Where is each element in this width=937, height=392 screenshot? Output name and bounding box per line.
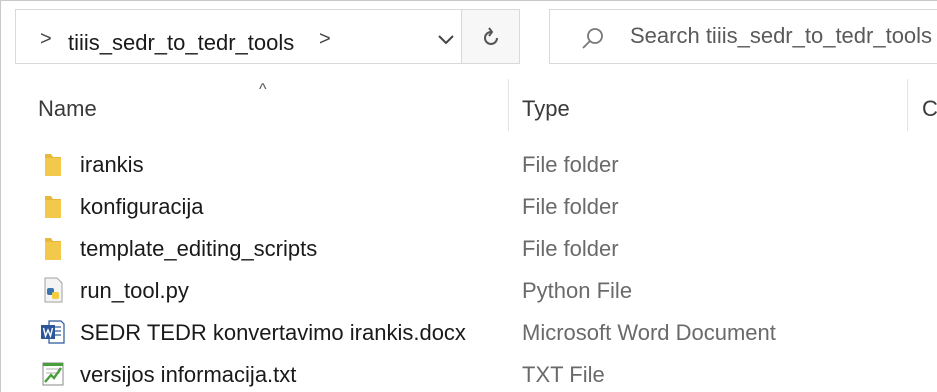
refresh-button[interactable] <box>462 9 520 64</box>
column-name[interactable]: Name <box>38 96 97 122</box>
sort-ascending-icon: ^ <box>259 81 267 98</box>
breadcrumb-separator-icon[interactable]: > <box>319 28 331 51</box>
refresh-icon <box>484 27 498 45</box>
address-bar[interactable]: > tiiis_sedr_to_tedr_tools > <box>15 9 462 64</box>
navigation-bar: > tiiis_sedr_to_tedr_tools > <box>1 1 937 72</box>
search-box[interactable] <box>549 9 937 64</box>
file-name: SEDR TEDR konvertavimo irankis.docx <box>80 320 466 345</box>
file-type: Python File <box>522 278 633 303</box>
file-type: Microsoft Word Document <box>522 320 776 345</box>
column-divider[interactable] <box>508 79 509 131</box>
file-name: konfiguracija <box>80 194 204 219</box>
column-next[interactable]: C <box>922 96 937 122</box>
list-item[interactable]: konfiguracija File folder <box>1 186 937 228</box>
file-type: File folder <box>522 152 619 177</box>
word-document-icon <box>39 318 67 346</box>
file-list: irankis File folder konfiguracija File f… <box>1 144 937 392</box>
file-name: run_tool.py <box>80 278 189 303</box>
text-file-icon <box>39 360 67 388</box>
column-divider[interactable] <box>907 79 908 131</box>
list-item[interactable]: versijos informacija.txt TXT File <box>1 354 937 392</box>
list-item[interactable]: template_editing_scripts File folder <box>1 228 937 270</box>
search-input[interactable] <box>630 23 937 49</box>
python-file-icon <box>39 276 67 304</box>
file-type: TXT File <box>522 362 605 387</box>
file-explorer-window: > tiiis_sedr_to_tedr_tools > ^ <box>0 0 937 392</box>
file-type: File folder <box>522 236 619 261</box>
search-icon <box>582 28 603 49</box>
file-type: File folder <box>522 194 619 219</box>
list-item[interactable]: SEDR TEDR konvertavimo irankis.docx Micr… <box>1 312 937 354</box>
list-item[interactable]: irankis File folder <box>1 144 937 186</box>
file-name: versijos informacija.txt <box>80 362 297 387</box>
list-item[interactable]: run_tool.py Python File <box>1 270 937 312</box>
file-name: irankis <box>80 152 144 177</box>
path-chevron-icon[interactable]: > <box>40 28 52 51</box>
folder-icon <box>39 192 67 220</box>
file-name: template_editing_scripts <box>80 236 318 261</box>
column-type[interactable]: Type <box>522 96 570 122</box>
column-header: ^ Name Type C <box>1 79 937 135</box>
folder-icon <box>39 234 67 262</box>
folder-icon <box>39 150 67 178</box>
breadcrumb-folder[interactable]: tiiis_sedr_to_tedr_tools <box>68 30 294 56</box>
chevron-down-icon[interactable] <box>434 28 458 50</box>
